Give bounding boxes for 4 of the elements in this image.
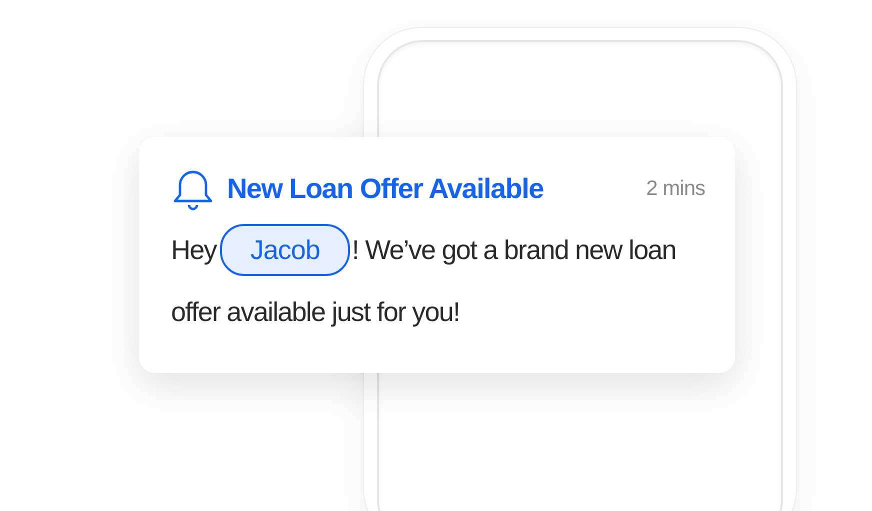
name-tag: Jacob: [220, 224, 350, 276]
notification-message: Hey Jacob ! We’ve got a brand new loan offer available just for you!: [171, 219, 705, 343]
notification-time: 2 mins: [646, 176, 705, 202]
notification-title: New Loan Offer Available: [227, 175, 544, 203]
